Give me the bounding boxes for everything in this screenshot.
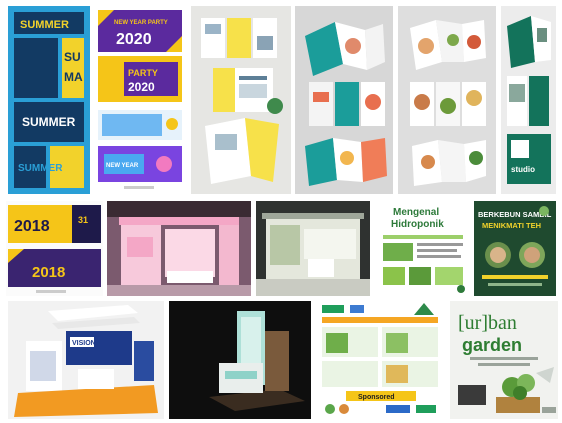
hidroponik-image: Mengenal Hidroponik [375, 201, 470, 296]
vision-logo-text: VISION [72, 340, 96, 347]
summer-banners-image: SUMMER SUMMER SUMMER SU MA [8, 6, 90, 194]
party-text-2: 2020 [116, 31, 152, 48]
image-tile-sponsored-poster[interactable]: Sponsored [316, 301, 444, 419]
summer-text-4: SU [64, 50, 81, 64]
urban-garden-image: [ur]ban garden [450, 301, 558, 419]
image-tile-berkebun-poster[interactable]: BERKEBUN SAMBIL MENIKMATI TEH [474, 201, 556, 296]
image-tile-party-2020-banners[interactable]: NEW YEAR PARTY 2020 PARTY 2020 NEW YEAR [94, 6, 186, 194]
party-2018-day: 31 [78, 215, 88, 225]
image-tile-booth-pink[interactable] [107, 201, 251, 296]
booth-pink-image [107, 201, 251, 296]
sponsored-image: Sponsored [316, 301, 444, 419]
summer-text-3: SUMMER [18, 163, 63, 174]
garden-title: garden [462, 335, 522, 355]
image-tile-urban-garden-poster[interactable]: [ur]ban garden [450, 301, 558, 419]
image-tile-brochure-food[interactable] [398, 6, 496, 194]
image-tile-booth-white[interactable] [256, 201, 370, 296]
hidroponik-title-1: Mengenal [393, 207, 439, 218]
brochure-green-image: studio [501, 6, 556, 194]
urban-title: [ur]ban [458, 312, 517, 334]
booth-dark-image [169, 301, 311, 419]
party-text-4: 2020 [128, 80, 155, 94]
hidroponik-title-2: Hidroponik [391, 219, 444, 230]
party-2018-text-2: 2018 [32, 264, 65, 281]
party-text-5: NEW YEAR [106, 163, 139, 169]
booth-orange-image: VISION [8, 301, 164, 419]
image-tile-brochure-green[interactable]: studio [501, 6, 556, 194]
brochure-teal-image [295, 6, 393, 194]
image-tile-party-2018-banners[interactable]: 2018 31 2018 [6, 201, 103, 296]
image-tile-booth-dark[interactable] [169, 301, 311, 419]
party-text-3: PARTY [128, 68, 158, 78]
brochure-yellow-image [191, 6, 291, 194]
image-results-grid: SUMMER SUMMER SUMMER SU MA NEW YEAR PART… [0, 0, 562, 423]
party-2018-text-1: 2018 [14, 218, 50, 235]
berkebun-title-2: MENIKMATI TEH [482, 221, 541, 230]
party-2018-image: 2018 31 2018 [8, 205, 101, 293]
image-tile-brochure-yellow[interactable] [191, 6, 291, 194]
berkebun-image: BERKEBUN SAMBIL MENIKMATI TEH [474, 201, 556, 296]
party-text-1: NEW YEAR PARTY [114, 20, 168, 26]
sponsored-label: Sponsored [358, 394, 395, 401]
brochure-food-image [398, 6, 496, 194]
image-tile-hidroponik-poster[interactable]: Mengenal Hidroponik [375, 201, 470, 296]
booth-white-image [256, 201, 370, 296]
studio-text: studio [511, 165, 535, 174]
summer-text-2: SUMMER [22, 115, 76, 129]
image-tile-summer-banners[interactable]: SUMMER SUMMER SUMMER SU MA [8, 6, 90, 194]
image-tile-booth-orange[interactable]: VISION [8, 301, 164, 419]
summer-text-5: MA [64, 70, 83, 84]
summer-text-1: SUMMER [20, 19, 69, 31]
image-tile-brochure-teal[interactable] [295, 6, 393, 194]
party-2020-image: NEW YEAR PARTY 2020 PARTY 2020 NEW YEAR [98, 10, 182, 189]
